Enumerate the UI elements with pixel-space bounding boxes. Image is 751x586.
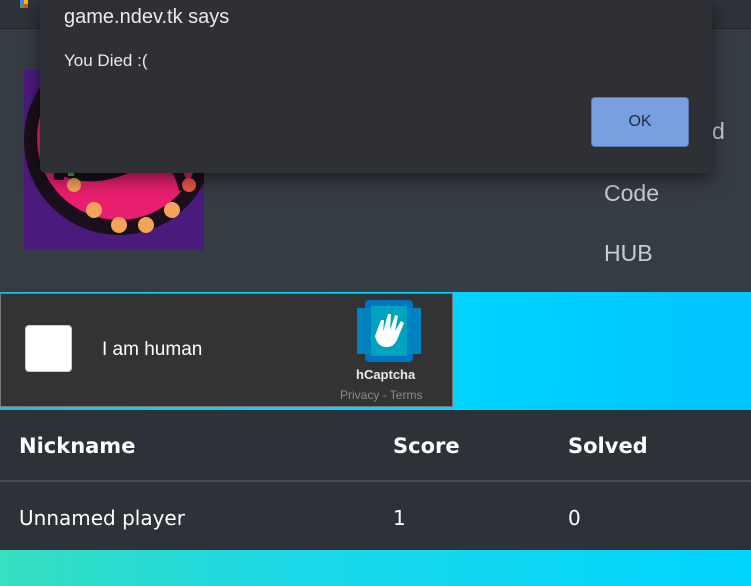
hcaptcha-logo-icon — [357, 300, 421, 362]
nav-item-code[interactable]: Code — [604, 178, 659, 238]
nav-item-hub[interactable]: HUB — [604, 238, 659, 298]
footer-band — [0, 550, 751, 586]
cell-nickname: Unnamed player — [19, 506, 185, 530]
privacy-link[interactable]: Privacy — [340, 388, 379, 402]
hcaptcha-widget: I am human hCaptcha Privacy - Terms — [0, 293, 453, 407]
nav-item-partial[interactable]: d — [712, 118, 725, 145]
column-header-solved: Solved — [568, 434, 648, 458]
cell-score: 1 — [393, 506, 406, 530]
captcha-label: I am human — [102, 339, 203, 360]
alert-dialog: game.ndev.tk says You Died :( OK — [40, 0, 712, 173]
dialog-title: game.ndev.tk says — [64, 6, 230, 28]
column-header-score: Score — [393, 434, 460, 458]
captcha-checkbox[interactable] — [25, 325, 72, 372]
column-header-nickname: Nickname — [19, 434, 136, 458]
dialog-message: You Died :( — [64, 51, 148, 70]
site-favicon-icon — [20, 0, 32, 8]
ok-button[interactable]: OK — [591, 97, 689, 147]
links-separator: - — [379, 388, 390, 402]
hcaptcha-brand: hCaptcha — [356, 367, 416, 382]
leaderboard-table: Nickname Score Solved Unnamed player 1 0 — [0, 410, 751, 550]
hcaptcha-links: Privacy - Terms — [340, 388, 422, 402]
terms-link[interactable]: Terms — [390, 388, 423, 402]
header-divider — [0, 480, 751, 482]
cell-solved: 0 — [568, 506, 581, 530]
